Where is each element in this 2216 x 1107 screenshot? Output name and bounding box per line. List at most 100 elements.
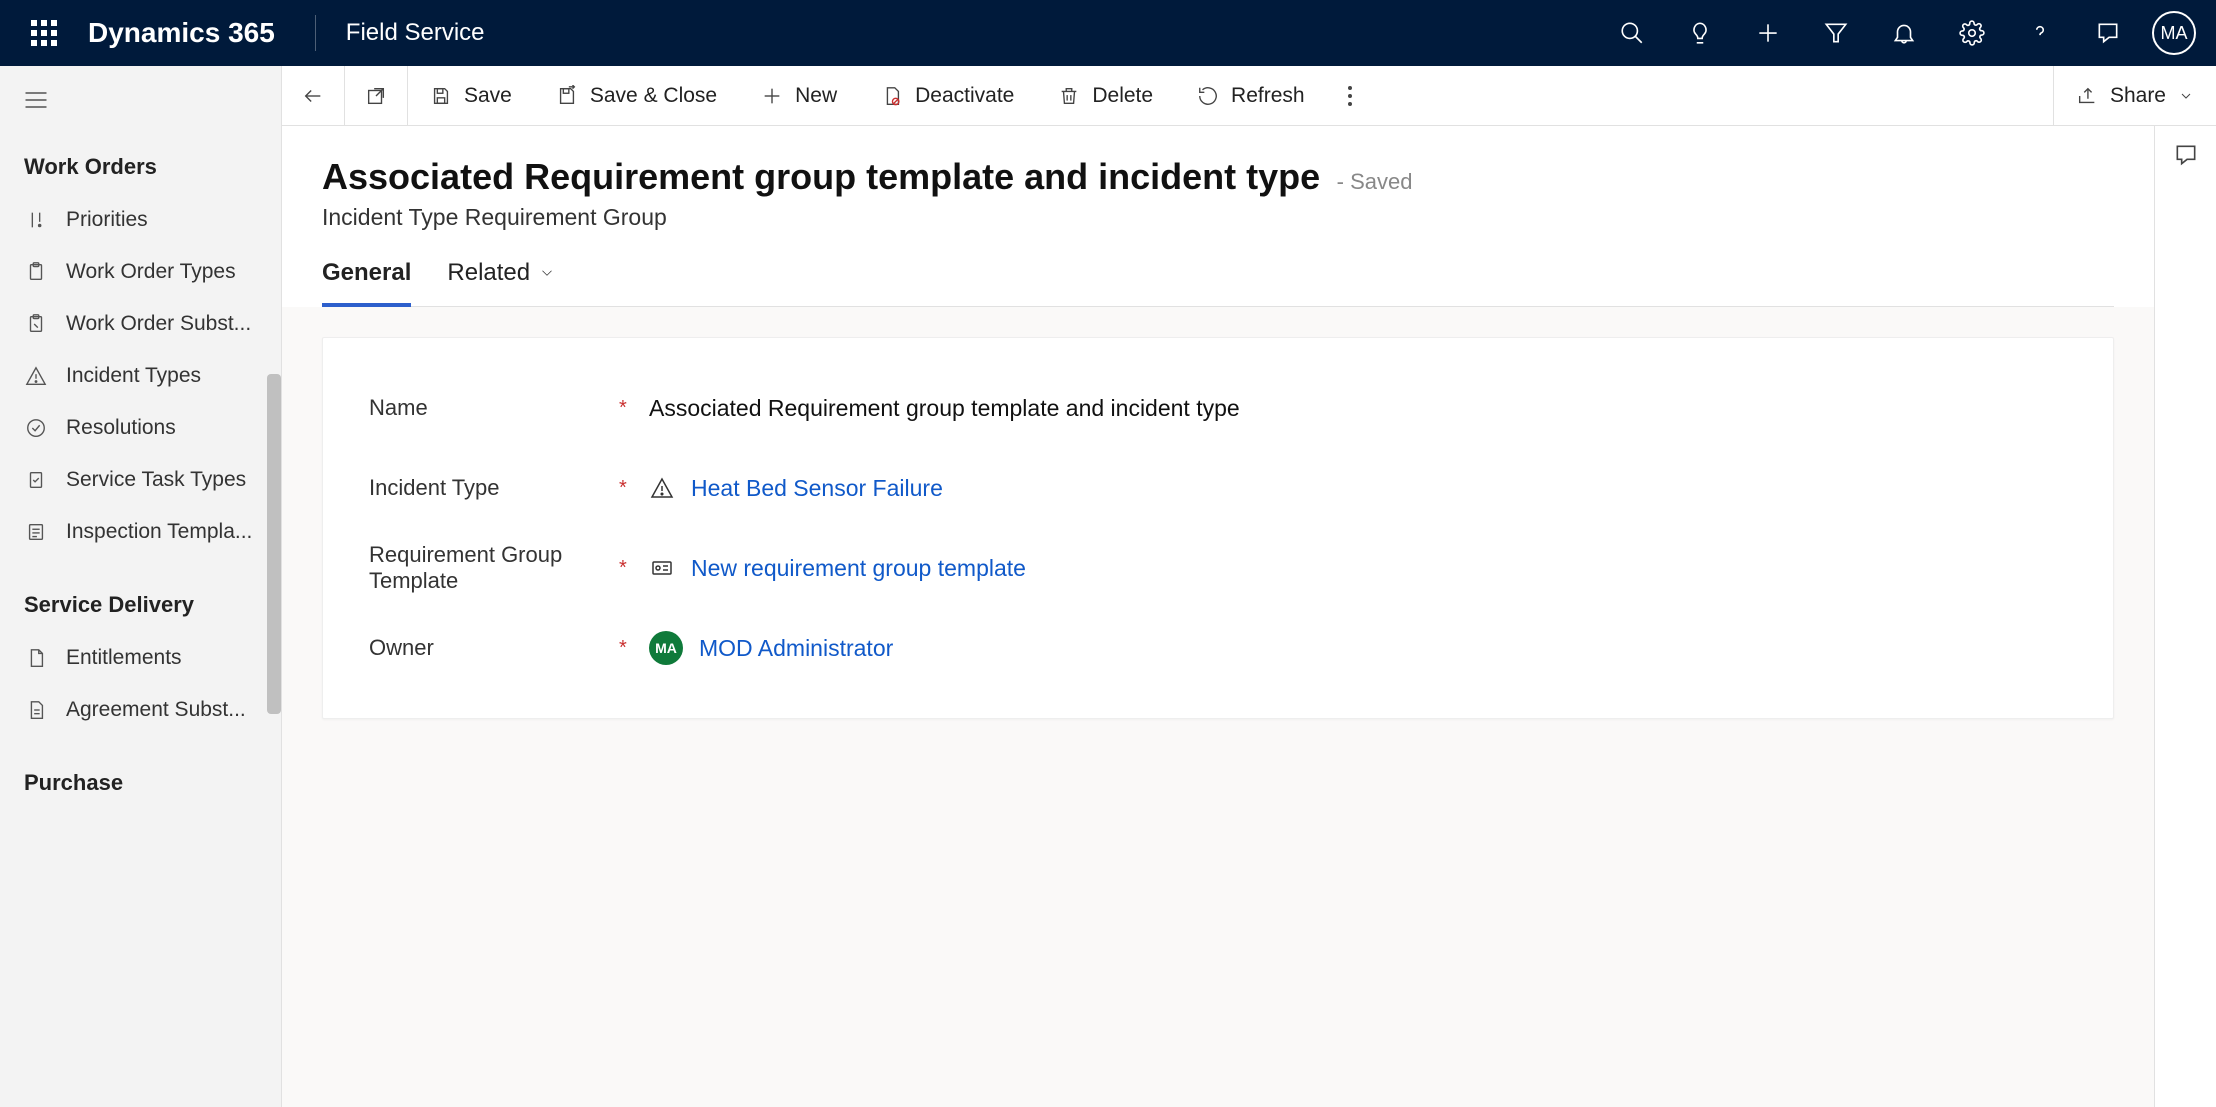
tab-related[interactable]: Related [447, 259, 556, 307]
field-label: Incident Type [369, 475, 619, 501]
nav-item-work-order-types[interactable]: Work Order Types [0, 246, 281, 298]
share-label: Share [2110, 84, 2166, 108]
list-icon [24, 520, 48, 544]
nav-item-resolutions[interactable]: Resolutions [0, 402, 281, 454]
chat-icon [2173, 142, 2199, 168]
share-icon [2076, 85, 2098, 107]
field-label: Owner [369, 635, 619, 661]
name-input[interactable]: Associated Requirement group template an… [649, 395, 2067, 422]
tab-general[interactable]: General [322, 259, 411, 307]
entity-name: Incident Type Requirement Group [322, 204, 2114, 231]
general-section: Name * Associated Requirement group temp… [322, 337, 2114, 719]
deactivate-icon [881, 85, 903, 107]
new-label: New [795, 84, 837, 108]
right-pane-toggle[interactable] [2154, 126, 2216, 1107]
save-close-icon [556, 85, 578, 107]
field-owner: Owner * MA MOD Administrator [369, 608, 2067, 688]
back-button[interactable] [282, 66, 344, 125]
save-state: - Saved [1337, 169, 1413, 194]
nav-label: Work Order Subst... [66, 312, 251, 336]
delete-button[interactable]: Delete [1036, 66, 1175, 125]
app-launcher[interactable] [20, 0, 68, 66]
card-icon [649, 555, 675, 581]
nav-section-service-delivery: Service Delivery [0, 578, 281, 632]
form-header: Associated Requirement group template an… [282, 126, 2154, 307]
search-icon[interactable] [1598, 0, 1666, 66]
nav-label: Resolutions [66, 416, 176, 440]
deactivate-label: Deactivate [915, 84, 1014, 108]
save-close-label: Save & Close [590, 84, 717, 108]
required-indicator: * [619, 557, 649, 580]
nav-section-work-orders: Work Orders [0, 140, 281, 194]
field-incident-type: Incident Type * Heat Bed Sensor Failure [369, 448, 2067, 528]
save-close-button[interactable]: Save & Close [534, 66, 739, 125]
field-name: Name * Associated Requirement group temp… [369, 368, 2067, 448]
gear-icon[interactable] [1938, 0, 2006, 66]
waffle-icon [31, 20, 57, 46]
app-name[interactable]: Field Service [346, 19, 485, 47]
field-label: Name [369, 395, 619, 421]
deactivate-button[interactable]: Deactivate [859, 66, 1036, 125]
assistant-icon[interactable] [2074, 0, 2142, 66]
save-icon [430, 85, 452, 107]
command-bar: Save Save & Close New Deactivate Delete [282, 66, 2216, 126]
required-indicator: * [619, 637, 649, 660]
nav-item-agreement-substatus[interactable]: Agreement Subst... [0, 684, 281, 736]
owner-avatar: MA [649, 631, 683, 665]
warning-icon [649, 475, 675, 501]
new-button[interactable]: New [739, 66, 859, 125]
save-button[interactable]: Save [408, 66, 534, 125]
clipboard-icon [24, 260, 48, 284]
nav-item-priorities[interactable]: Priorities [0, 194, 281, 246]
incident-type-lookup[interactable]: Heat Bed Sensor Failure [649, 475, 2067, 502]
nav-scrollbar[interactable] [267, 374, 281, 714]
doc-lines-icon [24, 698, 48, 722]
add-icon[interactable] [1734, 0, 1802, 66]
nav-item-inspection-templates[interactable]: Inspection Templa... [0, 506, 281, 558]
sitemap-toggle[interactable] [6, 80, 66, 120]
open-new-window-button[interactable] [345, 66, 407, 125]
filter-icon[interactable] [1802, 0, 1870, 66]
refresh-label: Refresh [1231, 84, 1305, 108]
nav-label: Service Task Types [66, 468, 246, 492]
nav-label: Entitlements [66, 646, 182, 670]
divider [315, 15, 316, 51]
refresh-button[interactable]: Refresh [1175, 66, 1327, 125]
nav-item-work-order-substatus[interactable]: Work Order Subst... [0, 298, 281, 350]
overflow-menu[interactable] [1327, 84, 1373, 108]
save-label: Save [464, 84, 512, 108]
global-top-bar: Dynamics 365 Field Service MA [0, 0, 2216, 66]
bell-icon[interactable] [1870, 0, 1938, 66]
nav-item-service-task-types[interactable]: Service Task Types [0, 454, 281, 506]
priority-icon [24, 208, 48, 232]
nav-label: Incident Types [66, 364, 201, 388]
nav-label: Priorities [66, 208, 148, 232]
warning-icon [24, 364, 48, 388]
nav-label: Work Order Types [66, 260, 236, 284]
record-title: Associated Requirement group template an… [322, 156, 1320, 197]
form-tabs: General Related [322, 259, 2114, 307]
chevron-down-icon [538, 264, 556, 282]
nav-section-purchase: Purchase [0, 756, 281, 810]
nav-label: Inspection Templa... [66, 520, 252, 544]
nav-item-entitlements[interactable]: Entitlements [0, 632, 281, 684]
trash-icon [1058, 85, 1080, 107]
nav-item-incident-types[interactable]: Incident Types [0, 350, 281, 402]
user-avatar[interactable]: MA [2152, 11, 2196, 55]
field-label: Requirement Group Template [369, 542, 619, 594]
plus-icon [761, 85, 783, 107]
clipboard-edit-icon [24, 312, 48, 336]
share-button[interactable]: Share [2054, 66, 2216, 125]
brand-name[interactable]: Dynamics 365 [88, 17, 275, 49]
form-body: Name * Associated Requirement group temp… [282, 307, 2154, 1107]
help-icon[interactable] [2006, 0, 2074, 66]
required-indicator: * [619, 477, 649, 500]
owner-lookup[interactable]: MA MOD Administrator [649, 631, 2067, 665]
lightbulb-icon[interactable] [1666, 0, 1734, 66]
site-map: Work Orders Priorities Work Order Types … [0, 66, 282, 1107]
chevron-down-icon [2178, 88, 2194, 104]
nav-label: Agreement Subst... [66, 698, 246, 722]
requirement-group-lookup[interactable]: New requirement group template [649, 555, 2067, 582]
checkmark-circle-icon [24, 416, 48, 440]
main-content: Save Save & Close New Deactivate Delete [282, 66, 2216, 1107]
